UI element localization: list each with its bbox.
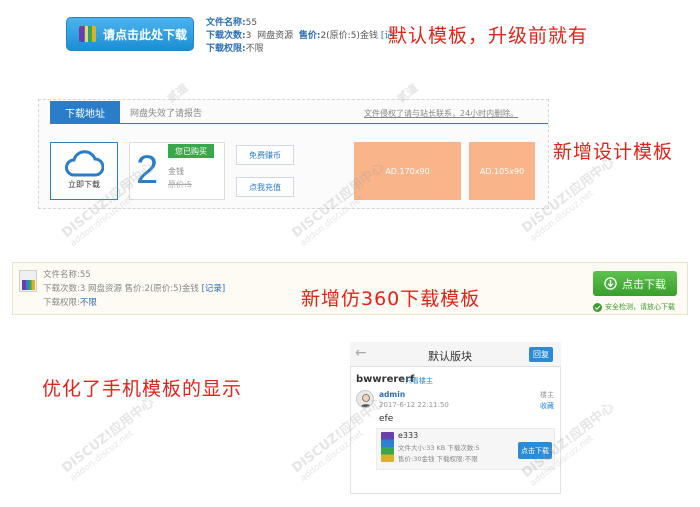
tab-report-link[interactable]: 网盘失效了请报告 [130, 106, 202, 119]
download-360-label: 点击下载 [622, 277, 666, 291]
author-name[interactable]: admin [379, 390, 405, 399]
attachment-name[interactable]: e333 [398, 431, 418, 440]
tab-download-address[interactable]: 下载地址 [50, 101, 120, 123]
floor-label: 楼主 [540, 391, 554, 399]
price-detail: 金钱 原价:5 [168, 167, 192, 189]
cloud-icon [65, 150, 104, 177]
post-datetime: 2017-6-12 22:11:50 [379, 401, 449, 409]
file-info-360: 文件名称:55 下载次数:3 网盘资源 售价:2(原价:5)金钱 [记录] 下载… [43, 270, 226, 308]
caption-mobile-template: 优化了手机模板的显示 [42, 378, 243, 400]
file-info: 文件名称:55 下载次数:3 网盘资源 售价:2(原价:5)金钱 [记 下载权限… [206, 18, 394, 54]
default-download-button[interactable]: 请点击此处下载 [66, 17, 194, 51]
rar-file-icon [79, 26, 96, 42]
free-coins-button[interactable]: 免费赚币 [236, 145, 294, 165]
rar-file-icon [381, 432, 394, 462]
download-button-label: 请点击此处下载 [103, 27, 188, 42]
reply-button[interactable]: 回复 [529, 347, 553, 362]
only-author-link[interactable]: 只看楼主 [405, 376, 433, 386]
watermark: DISCUZ!应用中心 addon.discuz.net [59, 394, 158, 484]
caption-default-template: 默认模板，升级前就有 [388, 25, 589, 47]
file-icon [19, 270, 37, 292]
download-360-button[interactable]: 点击下载 [593, 271, 677, 296]
mobile-header-title: 默认版块 [428, 350, 472, 363]
ad-slot-105[interactable]: AD.105x90 [469, 142, 535, 200]
original-price: 原价:5 [168, 180, 192, 189]
record-link-360[interactable]: [记录] [202, 284, 226, 294]
attachment-details: 文件大小:33 KB 下载次数:5 售价:30金钱 下载权限:不限 [398, 444, 480, 463]
safe-check-text: 安全检测，请放心下载 [593, 302, 675, 312]
download-arrow-icon [604, 277, 617, 290]
check-icon [593, 302, 602, 312]
cloud-download-label: 立即下载 [68, 180, 100, 189]
favorite-link[interactable]: 收藏 [540, 401, 554, 411]
caption-design-template: 新增设计模板 [553, 141, 674, 163]
bought-badge: 您已购买 [168, 144, 214, 158]
tab-underline [50, 123, 548, 124]
copyright-contact-link[interactable]: 文件侵权了请与站长联系，24小时内删除。 [364, 108, 518, 119]
caption-360-template: 新增仿360下载模板 [301, 288, 481, 310]
recharge-button[interactable]: 点我充值 [236, 177, 294, 197]
back-arrow-icon[interactable]: ← [355, 345, 367, 361]
